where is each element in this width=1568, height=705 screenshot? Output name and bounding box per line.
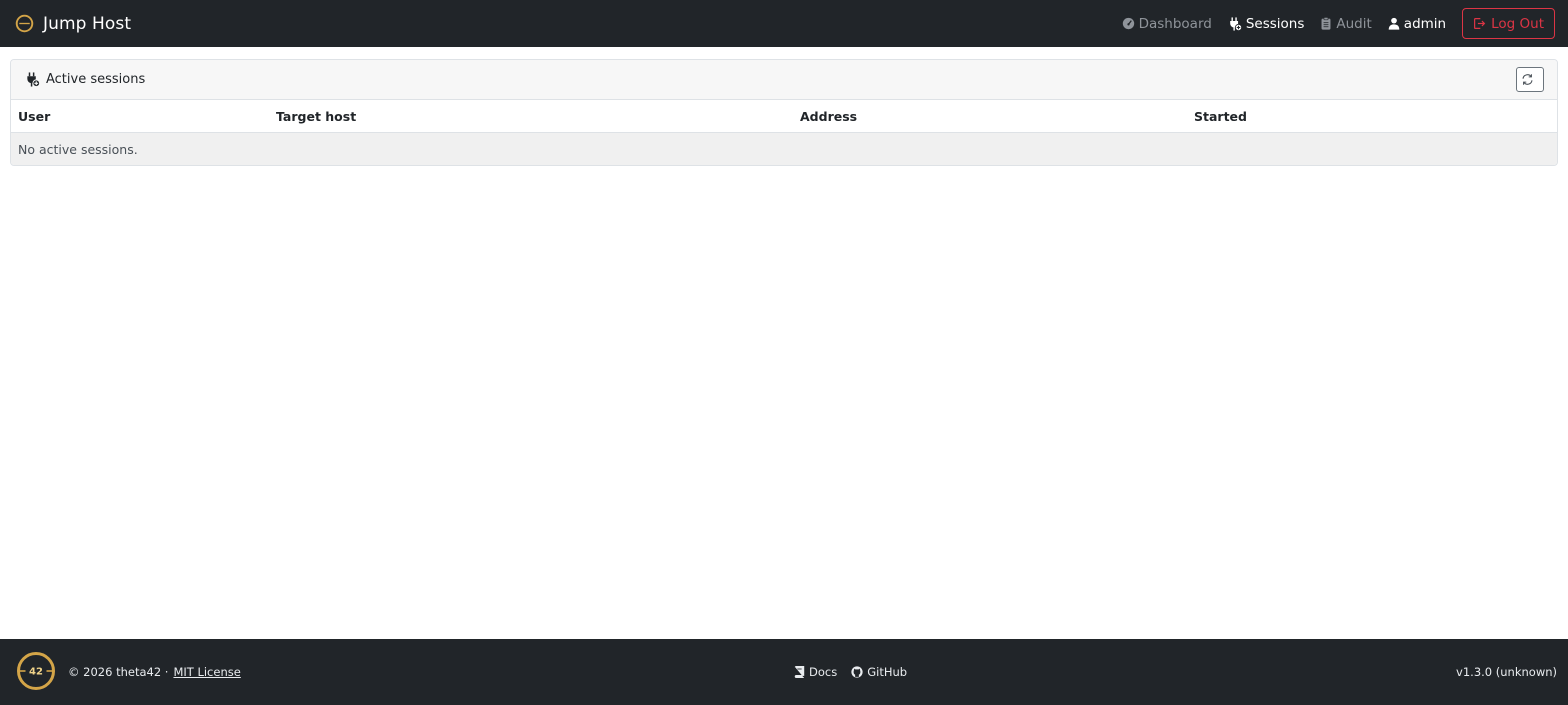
copyright-text: © 2026 theta42 · <box>68 665 169 679</box>
column-header-address[interactable]: Address <box>800 100 857 133</box>
logout-button[interactable]: Log Out <box>1462 8 1555 39</box>
brand-title: Jump Host <box>43 13 132 34</box>
theta-logo-icon <box>15 14 34 33</box>
column-header-started[interactable]: Started <box>1194 100 1247 133</box>
nav-audit-label: Audit <box>1336 15 1372 32</box>
column-header-target-host[interactable]: Target host <box>276 100 356 133</box>
plug-icon <box>27 72 40 87</box>
footer-links: Docs GitHub <box>794 639 921 705</box>
logo-text: 42 <box>29 667 43 678</box>
footer: 42 © 2026 theta42 · MIT License Docs Git… <box>0 639 1568 705</box>
sessions-card: Active sessions User Target host Address… <box>10 59 1558 166</box>
github-link[interactable]: GitHub <box>851 665 907 679</box>
arrow-repeat-icon <box>1522 74 1532 85</box>
nav-sessions[interactable]: Sessions <box>1228 15 1305 32</box>
nav-user[interactable]: admin <box>1388 16 1446 32</box>
refresh-button[interactable] <box>1516 67 1544 92</box>
nav-user-label: admin <box>1403 15 1447 32</box>
github-label: GitHub <box>867 665 908 679</box>
table-header-row: User Target host Address Started <box>11 100 1557 133</box>
copyright: © 2026 theta42 · MIT License <box>68 639 241 705</box>
empty-row: No active sessions. <box>11 133 1557 165</box>
card-title: Active sessions <box>46 72 146 87</box>
nav-audit[interactable]: Audit <box>1320 15 1372 32</box>
github-icon <box>851 666 863 678</box>
docs-label: Docs <box>809 665 838 679</box>
theta42-logo: 42 <box>17 652 55 690</box>
speedometer-icon <box>1122 17 1134 30</box>
brand-link[interactable]: Jump Host <box>15 0 131 47</box>
person-icon <box>1388 17 1400 30</box>
license-link[interactable]: MIT License <box>173 665 240 679</box>
logout-label: Log Out <box>1491 15 1544 32</box>
nav-sessions-label: Sessions <box>1245 15 1305 32</box>
nav-dashboard-label: Dashboard <box>1138 15 1212 32</box>
nav-dashboard[interactable]: Dashboard <box>1122 16 1212 32</box>
plug-icon <box>1230 16 1242 31</box>
clipboard-icon <box>1321 17 1331 30</box>
box-arrow-right-icon <box>1474 18 1486 29</box>
book-icon <box>794 666 805 678</box>
nav-menu: Dashboard Sessions Audit admin Log Out <box>1106 0 1555 47</box>
card-header: Active sessions <box>11 60 1557 100</box>
docs-link[interactable]: Docs <box>794 665 837 679</box>
column-header-user[interactable]: User <box>18 100 50 133</box>
navbar: Jump Host Dashboard Sessions Audit admin… <box>0 0 1568 47</box>
version-label: v1.3.0 (unknown) <box>1456 665 1557 679</box>
